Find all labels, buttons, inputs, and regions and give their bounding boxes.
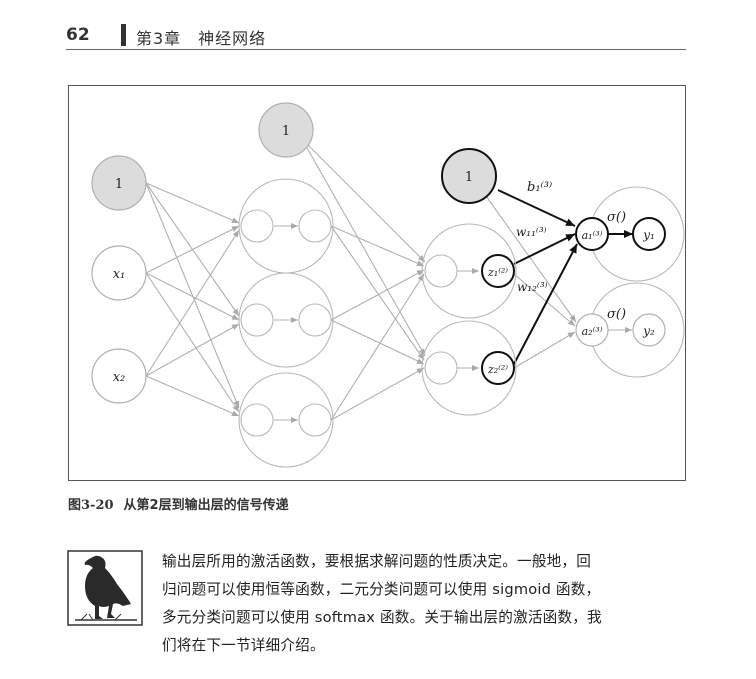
output-label-y2: y₂ <box>642 324 655 338</box>
bias-label-layer1: 1 <box>282 124 290 139</box>
label-z1: z₁⁽²⁾ <box>487 266 508 279</box>
header-divider <box>121 24 126 46</box>
label-a2: a₂⁽³⁾ <box>582 325 603 338</box>
inner-nodes <box>240 209 458 437</box>
chapter-title: 第3章 神经网络 <box>136 29 267 48</box>
header-rule <box>66 49 686 50</box>
edges-layer1-inner <box>274 223 298 423</box>
edges-input-layer1 <box>145 182 240 417</box>
network-diagram: 1 1 1 x₁ x₂ z₁⁽²⁾ z₂⁽²⁾ a₁⁽³⁾ a₂⁽³⁾ y₁ y… <box>91 102 685 468</box>
bird-logo-icon <box>67 550 143 626</box>
caption-number: 图3-20 <box>68 498 114 513</box>
page-number: 62 <box>66 25 90 45</box>
network-figure: 1 1 1 x₁ x₂ z₁⁽²⁾ z₂⁽²⁾ a₁⁽³⁾ a₂⁽³⁾ y₁ y… <box>68 85 686 481</box>
label-w11: w₁₁⁽³⁾ <box>516 225 547 239</box>
page-header: 62 第3章 神经网络 <box>66 22 686 52</box>
output-label-y1: y₁ <box>642 228 655 242</box>
note-line: 多元分类问题可以使用 softmax 函数。关于输出层的激活函数，我 <box>162 609 602 626</box>
figure-caption: 图3-20 从第2层到输出层的信号传递 <box>68 494 289 513</box>
bias-label-input: 1 <box>115 177 123 192</box>
edges-layer1-layer2 <box>301 138 426 421</box>
label-sigma2: σ() <box>607 307 626 322</box>
note-paragraph: 输出层所用的激活函数，要根据求解问题的性质决定。一般地，回 归问题可以使用恒等函… <box>162 548 690 660</box>
input-label-x1: x₁ <box>113 267 126 282</box>
note-line: 归问题可以使用恒等函数，二元分类问题可以使用 sigmoid 函数， <box>162 581 601 598</box>
edges-layer2-inner <box>457 268 479 371</box>
bias-label-layer2: 1 <box>465 170 473 185</box>
label-a1: a₁⁽³⁾ <box>582 229 603 242</box>
input-label-x2: x₂ <box>113 370 126 385</box>
label-z2: z₂⁽²⁾ <box>487 363 508 376</box>
label-sigma1: σ() <box>607 210 626 225</box>
label-w12: w₁₂⁽³⁾ <box>517 280 548 294</box>
caption-text: 从第2层到输出层的信号传递 <box>123 498 289 513</box>
note-line: 输出层所用的激活函数，要根据求解问题的性质决定。一般地，回 <box>162 553 592 570</box>
note-line: 们将在下一节详细介绍。 <box>162 637 325 654</box>
label-b1: b₁⁽³⁾ <box>527 180 552 195</box>
